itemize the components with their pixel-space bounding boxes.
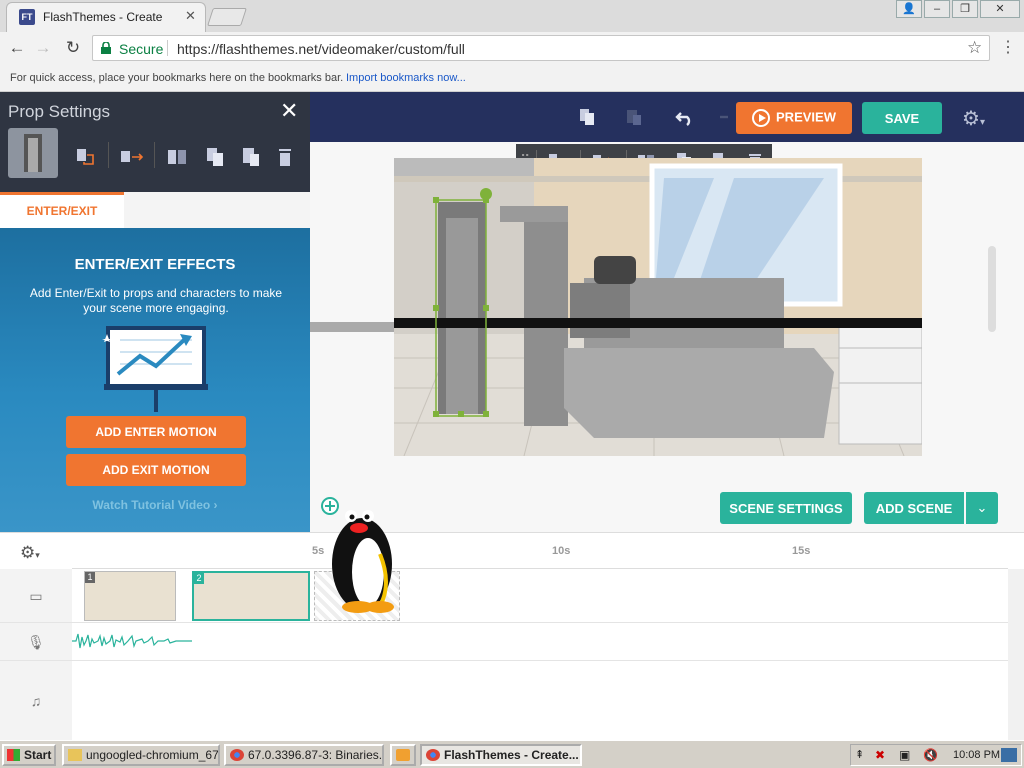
settings-gear-icon[interactable]: ⚙▾ xyxy=(962,106,985,131)
stage-scrollbar[interactable] xyxy=(988,246,996,332)
prop-settings-panel: Prop Settings ✕ ENTER/EXIT ENTER/EXIT EF… xyxy=(0,92,310,532)
watch-tutorial-link[interactable]: Watch Tutorial Video › xyxy=(0,498,310,512)
start-button[interactable]: Start xyxy=(2,744,56,766)
paste-icon[interactable] xyxy=(624,107,644,127)
browser-tab-strip: FT FlashThemes - Create ✕ 👤 – ❐ ✕ xyxy=(0,0,1024,32)
window-close-button[interactable]: ✕ xyxy=(980,0,1020,18)
folder-icon xyxy=(68,749,82,761)
prop-panel-header: Prop Settings ✕ xyxy=(0,92,310,192)
back-icon[interactable]: ← xyxy=(6,37,28,59)
new-tab-button[interactable] xyxy=(207,8,247,26)
voice-track[interactable] xyxy=(72,623,1008,661)
motion-icon[interactable] xyxy=(118,146,146,168)
video-maker-app: PREVIEW SAVE ⚙▾ ⠿ xyxy=(0,92,1024,740)
scene-canvas[interactable] xyxy=(394,158,922,456)
tab-close-icon[interactable]: ✕ xyxy=(185,8,196,24)
display-icon[interactable]: ▣ xyxy=(899,748,910,762)
preview-button[interactable]: PREVIEW xyxy=(736,102,852,134)
scene-thumbnail-selected[interactable]: 2 xyxy=(192,571,310,621)
paste-icon[interactable] xyxy=(240,146,262,168)
browser-tab-active[interactable]: FT FlashThemes - Create ✕ xyxy=(6,2,206,32)
flip-icon[interactable] xyxy=(166,146,188,168)
profile-icon[interactable]: 👤 xyxy=(896,0,922,18)
chrome-icon xyxy=(230,749,244,761)
chevron-down-icon[interactable]: ⌄ xyxy=(966,492,998,524)
prop-thumbnail xyxy=(8,128,58,178)
timeline-scrollbar[interactable] xyxy=(1008,569,1024,740)
selection-band xyxy=(310,322,394,332)
panel-title: Prop Settings xyxy=(8,102,111,121)
windows-logo-icon xyxy=(7,749,20,761)
media-player-icon xyxy=(396,749,410,761)
prop-tabs: ENTER/EXIT xyxy=(0,192,310,228)
browser-menu-icon[interactable]: ⋮ xyxy=(1000,37,1016,57)
tray-expand-icon[interactable]: ⇞ xyxy=(855,748,864,761)
clock: 10:08 PM xyxy=(953,749,1001,761)
voice-track-icon: 🎙 xyxy=(0,623,72,661)
timeline-settings-icon[interactable]: ⚙▾ xyxy=(20,543,40,563)
scene-track: 1 2 xyxy=(72,569,1008,623)
divider xyxy=(154,142,155,168)
timeline: ⚙▾ 5s 10s 15s ▭ 🎙 ♫ 1 2 xyxy=(0,532,1024,740)
taskbar-item-browser[interactable]: 67.0.3396.87-3: Binaries... xyxy=(224,744,384,766)
timeline-ruler[interactable]: 5s 10s 15s xyxy=(72,533,1008,569)
delete-icon[interactable] xyxy=(276,146,294,168)
save-button[interactable]: SAVE xyxy=(862,102,942,134)
time-tick: 15s xyxy=(792,545,811,557)
taskbar-item-flashthemes[interactable]: FlashThemes - Create... xyxy=(420,744,582,766)
reload-icon[interactable]: ↻ xyxy=(62,37,84,59)
time-tick: 10s xyxy=(552,545,571,557)
close-icon[interactable]: ✕ xyxy=(280,98,298,124)
lock-icon xyxy=(101,42,111,54)
swap-icon[interactable] xyxy=(74,146,96,168)
presentation-board-illustration xyxy=(102,326,208,412)
music-track-icon: ♫ xyxy=(0,661,72,740)
os-taskbar: Start ungoogled-chromium_67... 67.0.3396… xyxy=(0,740,1024,768)
minimize-button[interactable]: – xyxy=(924,0,950,18)
add-scene-button[interactable]: ADD SCENE xyxy=(864,492,964,524)
effects-description: Add Enter/Exit to props and characters t… xyxy=(29,286,283,315)
add-exit-motion-button[interactable]: ADD EXIT MOTION xyxy=(66,454,246,486)
desktop-icon[interactable] xyxy=(1001,748,1017,762)
play-icon xyxy=(752,109,771,127)
redo-icon[interactable] xyxy=(718,107,732,127)
tab-title: FlashThemes - Create xyxy=(43,10,163,24)
scene-thumbnail[interactable]: 1 xyxy=(84,571,176,621)
scene-number: 1 xyxy=(85,572,95,583)
video-track-icon: ▭ xyxy=(0,569,72,623)
taskbar-item-media[interactable] xyxy=(390,744,416,766)
system-tray: ⇞ ✖ ▣ 🔇 10:08 PM xyxy=(850,744,1022,766)
bookmarks-hint: For quick access, place your bookmarks h… xyxy=(10,72,344,84)
browser-toolbar: ← → ↻ Secure https://flashthemes.net/vid… xyxy=(0,32,1024,64)
forward-icon[interactable]: → xyxy=(32,37,54,59)
volume-muted-icon[interactable]: 🔇 xyxy=(923,748,938,762)
secure-label: Secure xyxy=(119,41,164,57)
bookmarks-bar: For quick access, place your bookmarks h… xyxy=(0,64,1024,92)
divider xyxy=(108,142,109,168)
effects-area: ENTER/EXIT EFFECTS Add Enter/Exit to pro… xyxy=(0,228,310,532)
copy-icon[interactable] xyxy=(204,146,226,168)
music-track[interactable] xyxy=(72,661,1008,740)
network-icon[interactable]: ✖ xyxy=(875,748,885,762)
penguin-character[interactable] xyxy=(318,494,408,616)
taskbar-item-folder[interactable]: ungoogled-chromium_67... xyxy=(62,744,220,766)
tab-enter-exit[interactable]: ENTER/EXIT xyxy=(0,192,124,228)
import-bookmarks-link[interactable]: Import bookmarks now... xyxy=(346,72,466,84)
effects-title: ENTER/EXIT EFFECTS xyxy=(74,256,236,273)
scene-number: 2 xyxy=(194,573,204,584)
url-text[interactable]: https://flashthemes.net/videomaker/custo… xyxy=(177,41,465,57)
timeline-tracks: ▭ 🎙 ♫ 1 2 xyxy=(0,569,1008,740)
scene-settings-button[interactable]: SCENE SETTINGS xyxy=(720,492,852,524)
favicon-icon: FT xyxy=(19,9,35,25)
copy-icon[interactable] xyxy=(577,107,597,127)
divider xyxy=(167,40,168,56)
restore-button[interactable]: ❐ xyxy=(952,0,978,18)
address-bar[interactable]: Secure https://flashthemes.net/videomake… xyxy=(92,35,990,61)
audio-waveform xyxy=(72,633,192,649)
chrome-icon xyxy=(426,749,440,761)
undo-icon[interactable] xyxy=(675,107,695,127)
bookmark-star-icon[interactable]: ☆ xyxy=(967,38,982,58)
add-enter-motion-button[interactable]: ADD ENTER MOTION xyxy=(66,416,246,448)
